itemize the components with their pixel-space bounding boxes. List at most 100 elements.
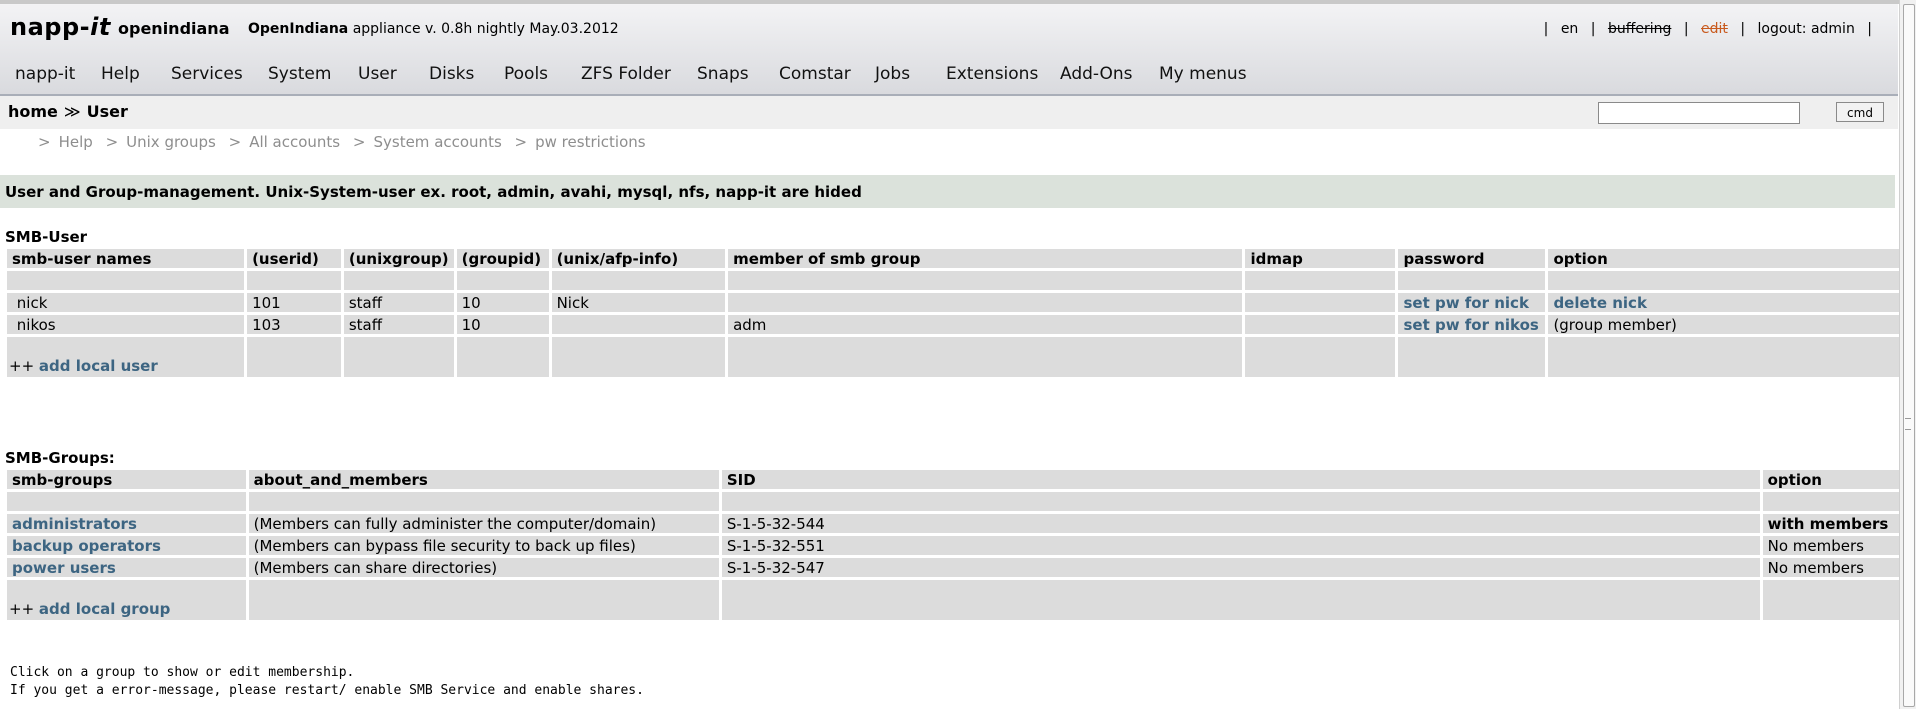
column-header: (unix/afp-info) [551, 249, 726, 268]
menu-pools[interactable]: Pools [504, 64, 548, 84]
menu-services[interactable]: Services [171, 64, 243, 84]
top-link-separator: | [1740, 21, 1746, 37]
menu-help[interactable]: Help [101, 64, 140, 84]
breadcrumb-current[interactable]: User [87, 102, 128, 121]
subnav-help[interactable]: Help [59, 133, 93, 151]
vertical-scrollbar[interactable] [1899, 0, 1916, 709]
add-prefix: ++ [9, 600, 35, 618]
add-group-cell: ++ add local group [7, 580, 246, 620]
smb-groups-table: smb-groups about_and_members SID option … [4, 467, 1903, 623]
table-cell [551, 271, 726, 290]
group-about: (Members can share directories) [248, 558, 719, 577]
table-cell [248, 492, 719, 511]
add-row: ++ add local user [7, 337, 1900, 377]
sub-navigation: > Help > Unix groups > All accounts > System… [30, 133, 646, 151]
user-name-text: nikos [16, 315, 56, 334]
table-cell [248, 580, 719, 620]
user-groupid: 10 [456, 293, 549, 312]
column-header: option [1762, 470, 1900, 489]
column-header: (groupid) [456, 249, 549, 268]
table-cell [343, 337, 454, 377]
app-header: napp-it openindiana OpenIndiana applianc… [0, 4, 1898, 96]
menu-zfs-folder[interactable]: ZFS Folder [581, 64, 671, 84]
brand-main-text: napp- [10, 13, 91, 41]
group-about: (Members can bypass file security to bac… [248, 536, 719, 555]
group-sid: S-1-5-32-551 [721, 536, 1760, 555]
user-option: (group member) [1548, 315, 1900, 334]
cmd-button[interactable]: cmd [1836, 102, 1884, 122]
language-link[interactable]: en [1557, 21, 1583, 37]
table-cell [7, 271, 245, 290]
subnav-separator: > [514, 133, 528, 151]
set-password-link[interactable]: set pw for nick [1403, 294, 1528, 312]
scrollbar-grip-icon [1905, 418, 1911, 430]
table-cell [1548, 337, 1900, 377]
group-option: No members [1762, 536, 1900, 555]
table-header-row: smb-user names (userid) (unixgroup) (gro… [7, 249, 1900, 268]
table-cell [721, 492, 1760, 511]
option-cell: delete nick [1548, 293, 1900, 312]
password-cell: set pw for nick [1398, 293, 1546, 312]
table-row: nikos 103 staff 10 adm set pw for nikos … [7, 315, 1900, 334]
menu-disks[interactable]: Disks [429, 64, 474, 84]
column-header: smb-groups [7, 470, 246, 489]
table-cell [1548, 271, 1900, 290]
table-cell [728, 271, 1243, 290]
breadcrumb-home[interactable]: home [8, 102, 58, 121]
table-cell [343, 271, 454, 290]
table-row: nick 101 staff 10 Nick set pw for nick d… [7, 293, 1900, 312]
group-link-power-users[interactable]: power users [12, 559, 116, 577]
menu-jobs[interactable]: Jobs [875, 64, 910, 84]
brand-italic-text: it [90, 13, 111, 41]
group-about: (Members can fully administer the comput… [248, 514, 719, 533]
user-unixgroup: staff [343, 315, 454, 334]
menu-extensions[interactable]: Extensions [946, 64, 1038, 84]
scrollbar-thumb[interactable] [1903, 4, 1915, 707]
table-row: power users (Members can share directori… [7, 558, 1900, 577]
group-link-backup-operators[interactable]: backup operators [12, 537, 161, 555]
menu-snaps[interactable]: Snaps [697, 64, 749, 84]
user-name: nick [7, 293, 245, 312]
table-cell [456, 271, 549, 290]
buffering-link[interactable]: buffering [1604, 21, 1675, 37]
add-user-cell: ++ add local user [7, 337, 245, 377]
table-header-row: smb-groups about_and_members SID option [7, 470, 1900, 489]
user-info: Nick [551, 293, 726, 312]
menu-my-menus[interactable]: My menus [1159, 64, 1247, 84]
menu-comstar[interactable]: Comstar [779, 64, 851, 84]
subnav-pw-restrictions[interactable]: pw restrictions [535, 133, 645, 151]
menu-napp-it[interactable]: napp-it [15, 64, 75, 84]
column-header: member of smb group [728, 249, 1243, 268]
group-link-administrators[interactable]: administrators [12, 515, 137, 533]
edit-link[interactable]: edit [1697, 21, 1732, 37]
logout-link[interactable]: logout: admin [1754, 21, 1859, 37]
subnav-all-accounts[interactable]: All accounts [249, 133, 340, 151]
column-header: idmap [1245, 249, 1396, 268]
help-line: Click on a group to show or edit members… [10, 665, 355, 680]
group-sid: S-1-5-32-547 [721, 558, 1760, 577]
user-name-text: nick [16, 293, 48, 312]
column-header: (userid) [247, 249, 341, 268]
user-name: nikos [7, 315, 245, 334]
add-local-user-link[interactable]: add local user [39, 357, 158, 375]
table-cell [1398, 337, 1546, 377]
subnav-unix-groups[interactable]: Unix groups [126, 133, 216, 151]
info-banner: User and Group-management. Unix-System-u… [0, 175, 1895, 208]
add-prefix: ++ [9, 357, 35, 375]
brand-logo[interactable]: napp-it [10, 13, 111, 41]
menu-system[interactable]: System [268, 64, 331, 84]
cmd-input[interactable] [1598, 102, 1800, 124]
user-idmap [1245, 315, 1396, 334]
delete-user-link[interactable]: delete nick [1553, 294, 1646, 312]
table-cell [1762, 492, 1900, 511]
menu-add-ons[interactable]: Add-Ons [1060, 64, 1133, 84]
breadcrumb: home ≫ User [8, 102, 128, 121]
help-text: Click on a group to show or edit members… [10, 664, 644, 700]
menu-user[interactable]: User [358, 64, 397, 84]
add-row: ++ add local group [7, 580, 1900, 620]
set-password-link[interactable]: set pw for nikos [1403, 316, 1538, 334]
add-local-group-link[interactable]: add local group [39, 600, 171, 618]
table-cell [247, 337, 341, 377]
subnav-system-accounts[interactable]: System accounts [373, 133, 501, 151]
top-links: | en | buffering | edit | logout: admin … [1540, 21, 1876, 37]
